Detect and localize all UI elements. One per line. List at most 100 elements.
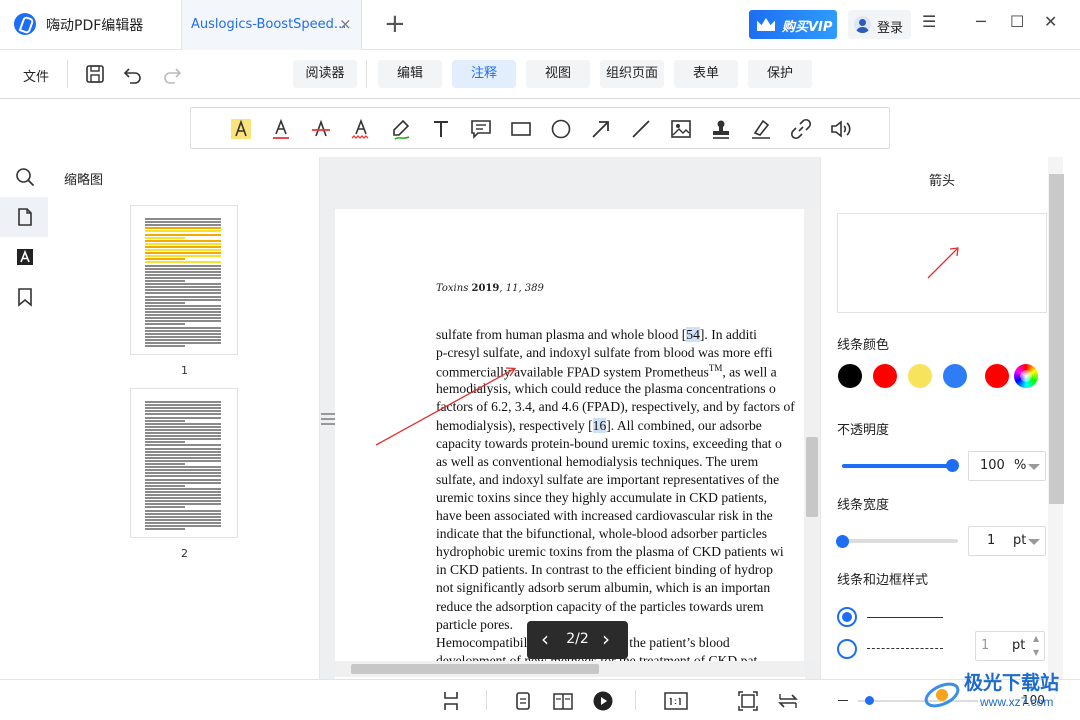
play-icon[interactable] [592,690,614,712]
page-thumbnail-2[interactable] [130,388,238,538]
thumbnail-text-line [145,283,221,286]
squiggly-icon[interactable] [349,117,373,141]
thumbnail-text-line [145,317,221,320]
actual-size-icon[interactable] [664,690,688,712]
file-menu[interactable]: 文件 [23,66,49,85]
line-width-input[interactable]: 1 pt [968,526,1046,556]
thumbnail-text-line [145,422,221,425]
ellipse-icon[interactable] [549,117,573,141]
rail-annotations[interactable] [0,237,48,277]
tab-edit[interactable]: 编辑 [378,60,442,88]
properties-scroll-thumb[interactable] [1049,174,1064,504]
thumbnail-text-line [145,255,221,258]
custom-color-icon[interactable] [1014,364,1038,388]
chevron-down-icon[interactable] [1028,539,1040,545]
tab-reader[interactable]: 阅读器 [293,60,357,88]
divider [486,690,487,710]
color-swatch-blue[interactable] [943,364,967,388]
freehand-icon[interactable] [389,117,413,141]
dash-size-input[interactable]: 1 pt ▲ ▼ [975,631,1045,661]
horizontal-scroll-thumb[interactable] [351,664,599,674]
page-indicator: 2/2 [566,631,589,647]
two-page-icon[interactable] [552,690,574,712]
opacity-slider-knob[interactable] [946,459,959,472]
line-style-label: 线条和边框样式 [837,573,929,588]
menu-icon[interactable]: ☰ [922,12,936,31]
line-width-value: 1 [987,533,996,548]
stepper-down-icon[interactable]: ▼ [1033,648,1039,657]
comment-icon[interactable] [469,117,493,141]
thumbnail-text-line [145,515,221,518]
line-width-slider-knob[interactable] [836,535,849,548]
minimize-button[interactable]: ─ [976,12,986,31]
rail-thumbnails[interactable] [0,197,48,237]
divider [67,60,68,88]
link-icon[interactable] [789,117,813,141]
fit-page-icon[interactable] [440,690,462,712]
image-icon[interactable] [669,117,693,141]
chevron-down-icon[interactable] [1028,464,1040,470]
login-button[interactable]: 登录 [848,10,911,39]
tab-organize-pages[interactable]: 组织页面 [600,60,664,88]
rotate-icon[interactable] [777,690,799,712]
text-icon[interactable] [429,117,453,141]
undo-icon[interactable] [122,63,144,85]
dashed-line-radio[interactable] [837,639,857,659]
color-swatch-yellow[interactable] [908,364,932,388]
line-icon[interactable] [629,117,653,141]
opacity-label: 不透明度 [837,423,890,438]
close-tab-icon[interactable]: × [339,15,352,33]
maximize-button[interactable]: ☐ [1010,12,1024,31]
tab-annotate[interactable]: 注释 [452,60,516,88]
horizontal-scrollbar[interactable] [335,661,805,677]
strikethrough-icon[interactable] [309,117,333,141]
thumbnail-text-line [145,311,221,313]
line-width-slider[interactable] [842,539,958,543]
solid-line-radio[interactable] [837,607,857,627]
thumbnail-text-line [145,444,221,447]
rail-search[interactable] [0,157,48,197]
thumbnail-text-line [145,258,185,261]
tab-protect[interactable]: 保护 [748,60,812,88]
new-tab-button[interactable]: + [384,9,406,39]
thumbnail-text-line [145,249,221,251]
underline-icon[interactable] [269,117,293,141]
tab-forms[interactable]: 表单 [674,60,738,88]
arrow-preview [837,213,1047,313]
audio-icon[interactable] [829,117,853,141]
highlight-icon[interactable] [229,117,253,141]
rectangle-icon[interactable] [509,117,533,141]
vertical-scroll-thumb[interactable] [806,437,818,517]
thumbnail-text-line [145,435,221,438]
status-bar: 100 [0,679,1080,720]
rail-bookmarks[interactable] [0,277,48,317]
color-swatch-red[interactable] [873,364,897,388]
page-thumbnail-1[interactable] [130,205,238,355]
document-tab[interactable]: Auslogics-BoostSpeed... × [181,0,362,50]
buy-vip-button[interactable]: 购买VIP [749,10,837,39]
thumbnail-text-line [145,335,221,338]
search-icon [16,168,35,187]
vertical-scrollbar[interactable] [804,209,820,661]
stepper-up-icon[interactable]: ▲ [1033,634,1039,643]
fit-width-icon[interactable] [737,690,759,712]
zoom-out-icon[interactable] [838,700,848,701]
opacity-input[interactable]: 100 % [968,451,1046,481]
stamp-icon[interactable] [709,117,733,141]
color-swatch-red-selected[interactable] [985,364,1009,388]
next-page-button[interactable]: › [602,628,610,650]
color-swatch-black[interactable] [838,364,862,388]
signature-icon[interactable] [749,117,773,141]
redo-icon[interactable] [161,63,183,85]
save-icon[interactable] [84,63,106,85]
zoom-slider-knob[interactable] [865,696,874,705]
tab-view[interactable]: 视图 [526,60,590,88]
line-width-unit: pt [1013,533,1027,548]
properties-title: 箭头 [928,174,955,189]
properties-scrollbar[interactable] [1048,157,1064,679]
close-window-button[interactable]: ✕ [1044,12,1057,31]
arrow-icon[interactable] [589,117,613,141]
thumbnail-text-line [145,450,221,453]
single-page-icon[interactable] [512,690,534,712]
arrow-annotation[interactable] [320,157,820,679]
